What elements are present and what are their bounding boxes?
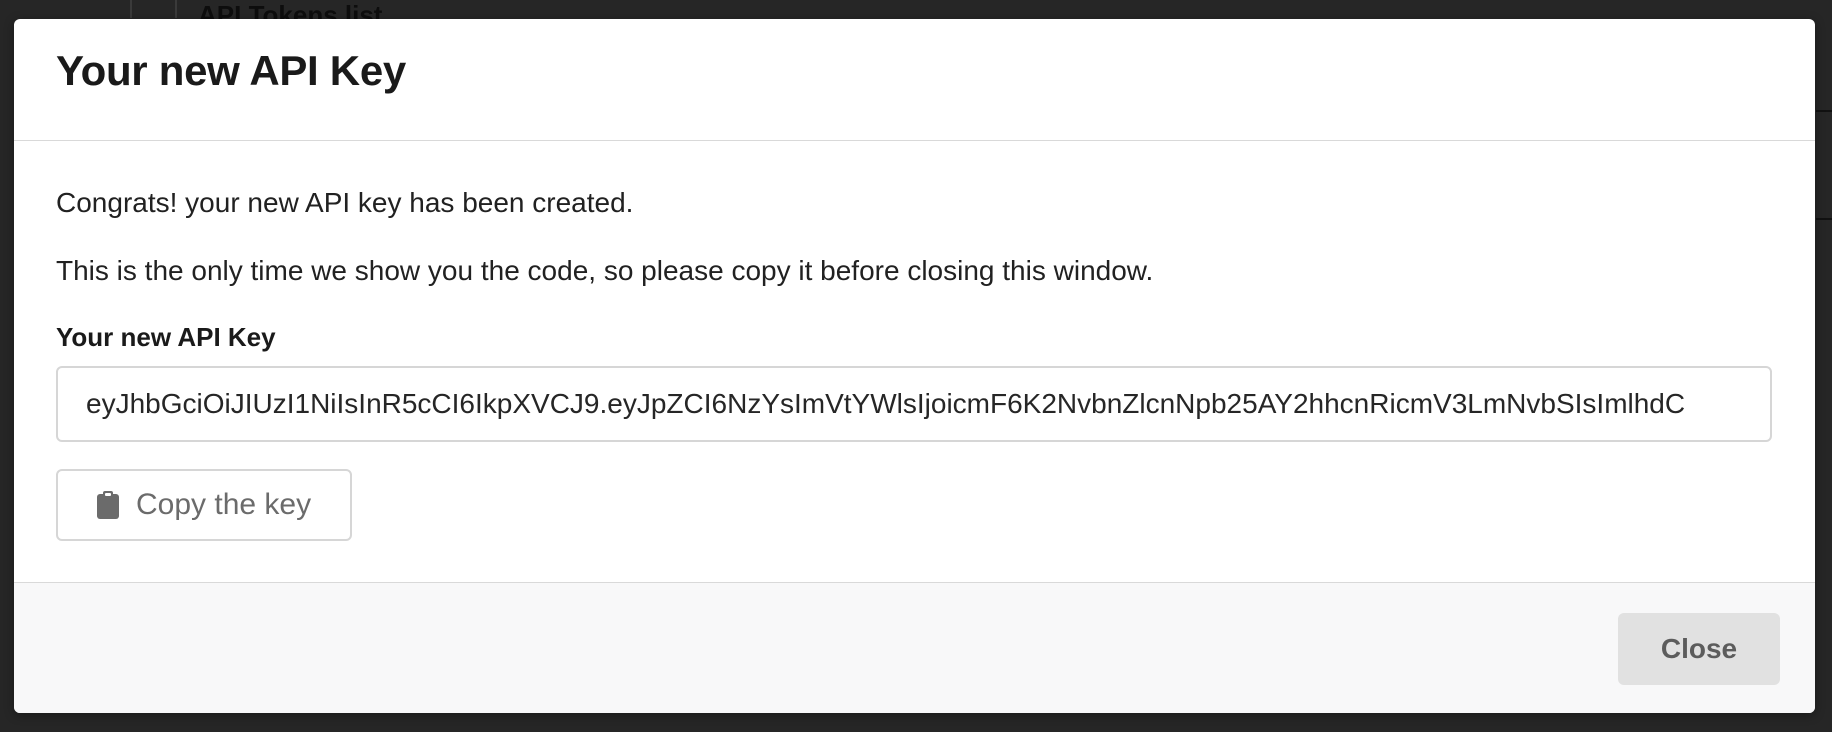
background-divider	[130, 0, 132, 18]
modal-header: Your new API Key	[14, 19, 1815, 141]
clipboard-icon	[96, 490, 120, 520]
api-key-field-label: Your new API Key	[56, 322, 276, 352]
api-key-modal: Your new API Key Congrats! your new API …	[14, 19, 1815, 713]
background-page-heading: API Tokens list	[198, 0, 383, 20]
copy-key-button-label: Copy the key	[136, 488, 312, 521]
copy-key-button[interactable]: Copy the key	[56, 469, 352, 541]
warning-message: This is the only time we show you the co…	[56, 255, 1154, 286]
success-message: Congrats! your new API key has been crea…	[56, 187, 634, 218]
api-key-input[interactable]	[56, 366, 1772, 442]
background-mark	[1816, 218, 1832, 220]
modal-body: Congrats! your new API key has been crea…	[14, 141, 1815, 582]
close-button[interactable]: Close	[1618, 613, 1780, 685]
background-divider	[175, 0, 177, 18]
background-mark	[1816, 110, 1832, 112]
modal-footer: Close	[14, 582, 1815, 713]
modal-title: Your new API Key	[56, 46, 406, 94]
